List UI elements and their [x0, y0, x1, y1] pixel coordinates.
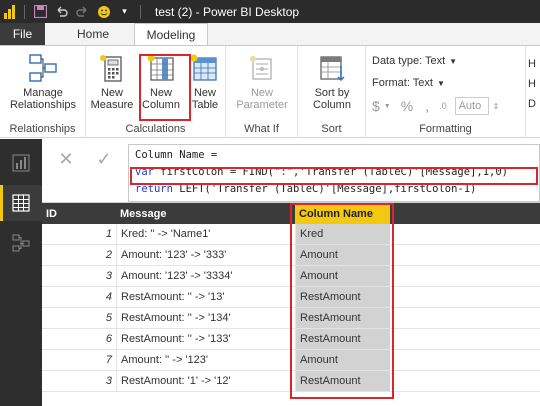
manage-relationships-label-1: Manage	[23, 87, 63, 99]
chevron-down-icon: ▼	[436, 78, 445, 88]
chevron-down-icon: ▼	[383, 102, 391, 110]
number-format-row: $ ▼ % , .0 Auto ⇕	[372, 97, 499, 115]
commit-formula-button[interactable]: ✓	[90, 147, 118, 171]
cell-message[interactable]: Amount: '123' -> '3334'	[116, 266, 295, 286]
customize-toolbar-icon[interactable]: ▾	[117, 4, 132, 19]
new-column-highlight	[139, 54, 191, 121]
data-type-dropdown[interactable]: Data type: Text ▼	[372, 55, 457, 67]
tab-file[interactable]: File	[0, 23, 45, 45]
ribbon-tabs: File Home Modeling	[0, 23, 540, 46]
chevron-down-icon: ▼	[449, 56, 458, 66]
new-table-label-2: Table	[191, 99, 219, 111]
relationships-view-button[interactable]	[0, 225, 42, 261]
new-table-icon	[189, 52, 221, 84]
new-parameter-label-2: Parameter	[236, 99, 288, 111]
data-type-label: Data type: Text	[372, 55, 446, 67]
sort-by-column-label-2: Column	[313, 99, 351, 111]
cell-id[interactable]: 6	[42, 329, 116, 349]
formula-bar: ✕ ✓ Column Name = var firstColon = FIND(…	[42, 139, 540, 203]
x-icon: ✕	[58, 148, 74, 169]
cell-message[interactable]: Amount: '123' -> '333'	[116, 245, 295, 265]
view-switcher	[0, 139, 42, 406]
new-parameter-label-1: New	[250, 87, 273, 99]
cell-message[interactable]: RestAmount: '' -> '13'	[116, 287, 295, 307]
group-sort: Sort by Column Sort	[298, 46, 366, 138]
parameter-icon	[246, 52, 278, 84]
tab-home[interactable]: Home	[62, 23, 124, 45]
undo-icon[interactable]	[54, 4, 69, 19]
table-grid-icon	[12, 194, 30, 212]
column-header-message[interactable]: Message	[116, 203, 295, 224]
cell-message[interactable]: RestAmount: '' -> '134'	[116, 308, 295, 328]
group-label-sort: Sort	[321, 123, 342, 135]
percent-button[interactable]: %	[401, 98, 413, 114]
data-table: ID Message Column Name 1 Kred: '' -> 'Nam…	[42, 203, 540, 406]
manage-relationships-button[interactable]: Manage Relationships	[4, 52, 82, 111]
spinner-icon[interactable]: ⇕	[493, 102, 500, 111]
decimal-icon[interactable]: .0	[439, 101, 447, 111]
column-name-highlight	[290, 203, 394, 399]
toolbar-divider	[24, 4, 25, 19]
format-label: Format: Text	[372, 77, 433, 89]
new-measure-label-2: Measure	[90, 99, 134, 111]
cell-id[interactable]: 5	[42, 308, 116, 328]
new-measure-label-1: New	[100, 87, 123, 99]
cancel-formula-button[interactable]: ✕	[52, 147, 80, 171]
ribbon: Manage Relationships Relationships New M…	[0, 45, 540, 138]
ribbon-overflow-letters: HHD	[528, 58, 536, 110]
cell-id[interactable]: 4	[42, 287, 116, 307]
new-table-button[interactable]: New Table	[186, 52, 224, 111]
auto-decimals-value: Auto	[458, 100, 482, 112]
format-dropdown[interactable]: Format: Text ▼	[372, 77, 445, 89]
save-icon[interactable]	[33, 4, 48, 19]
sort-by-column-label-1: Sort by	[314, 87, 350, 99]
sort-icon	[316, 52, 348, 84]
column-header-id[interactable]: ID	[42, 203, 116, 224]
quick-access-toolbar: ▾	[0, 4, 143, 19]
auto-decimals-field[interactable]: Auto	[454, 97, 489, 115]
group-label-what-if: What If	[244, 123, 279, 135]
new-parameter-button[interactable]: New Parameter	[232, 52, 292, 111]
comma-button[interactable]: ,	[425, 98, 429, 114]
title-bar: ▾ test (2) - Power BI Desktop	[0, 0, 540, 23]
cell-id[interactable]: 7	[42, 350, 116, 370]
manage-relationships-label-2: Relationships	[9, 99, 77, 111]
group-formatting: Data type: Text ▼ Format: Text ▼ $ ▼ % ,…	[366, 46, 526, 138]
report-view-button[interactable]	[0, 145, 42, 181]
group-label-relationships: Relationships	[9, 123, 76, 135]
cell-message[interactable]: Amount: '' -> '123'	[116, 350, 295, 370]
window-title: test (2) - Power BI Desktop	[155, 4, 300, 19]
cell-id[interactable]: 1	[42, 224, 116, 244]
cell-message[interactable]: RestAmount: '' -> '133'	[116, 329, 295, 349]
cell-id[interactable]: 2	[42, 245, 116, 265]
sort-by-column-button[interactable]: Sort by Column	[304, 52, 360, 111]
currency-button[interactable]: $	[372, 98, 380, 114]
formula-line-1: Column Name =	[135, 149, 218, 161]
cell-message[interactable]: RestAmount: '1' -> '12'	[116, 371, 295, 391]
model-diagram-icon	[12, 234, 30, 252]
group-relationships: Manage Relationships Relationships	[0, 46, 86, 138]
relationships-icon	[27, 52, 59, 84]
cell-id[interactable]: 3	[42, 266, 116, 286]
cell-message[interactable]: Kred: '' -> 'Name1'	[116, 224, 295, 244]
new-measure-button[interactable]: New Measure	[90, 52, 134, 111]
calculator-icon	[96, 52, 128, 84]
tab-modeling[interactable]: Modeling	[134, 23, 208, 46]
new-table-label-1: New	[193, 87, 216, 99]
redo-icon[interactable]	[75, 4, 90, 19]
group-label-calculations: Calculations	[125, 123, 186, 135]
powerbi-logo-icon	[4, 4, 16, 19]
bar-chart-icon	[12, 154, 30, 172]
group-what-if: New Parameter What If	[226, 46, 298, 138]
smiley-feedback-icon[interactable]	[96, 4, 111, 19]
check-icon: ✓	[96, 148, 112, 169]
data-view-button[interactable]	[0, 185, 42, 221]
formula-line-highlight	[130, 167, 538, 185]
cell-id[interactable]: 3	[42, 371, 116, 391]
group-label-formatting: Formatting	[419, 123, 472, 135]
toolbar-divider	[140, 4, 141, 19]
